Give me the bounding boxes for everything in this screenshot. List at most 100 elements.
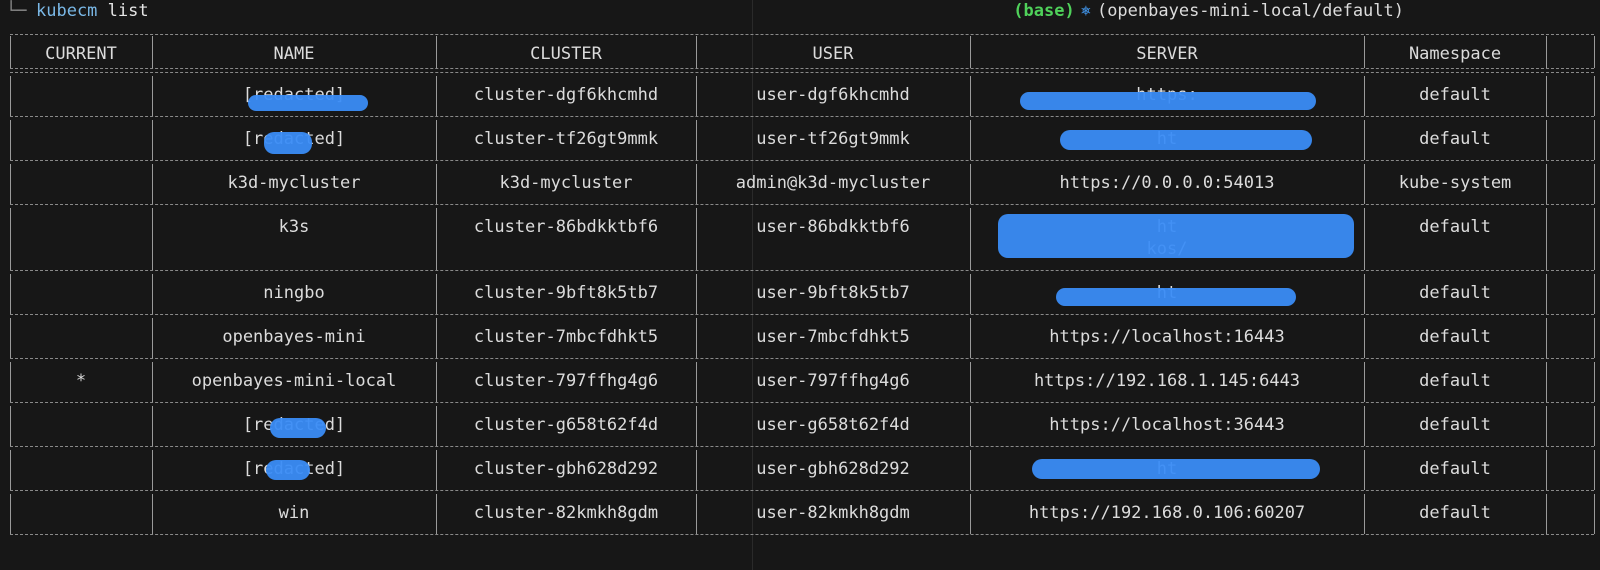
cell-cluster: k3d-mycluster	[499, 173, 633, 193]
cell-user: user-797ffhg4g6	[756, 371, 910, 391]
column-separator	[696, 274, 697, 314]
cell-user: admin@k3d-mycluster	[735, 173, 931, 193]
column-separator	[970, 450, 971, 490]
column-separator	[1364, 318, 1365, 358]
column-separator	[970, 76, 971, 116]
column-separator	[696, 120, 697, 160]
column-separator	[696, 406, 697, 446]
redaction-mark	[998, 214, 1354, 258]
cell-name: k3d-mycluster	[227, 173, 361, 193]
column-separator	[1364, 362, 1365, 402]
column-separator	[970, 362, 971, 402]
column-separator	[436, 494, 437, 534]
column-separator	[152, 76, 153, 116]
column-separator	[1546, 120, 1547, 160]
column-separator	[10, 164, 11, 204]
column-separator	[10, 76, 11, 116]
column-separator	[1546, 76, 1547, 116]
cell-user: user-82kmkh8gdm	[756, 503, 910, 523]
column-separator	[152, 36, 153, 68]
header-user: USER	[812, 44, 854, 64]
cell-user: user-dgf6khcmhd	[756, 85, 910, 105]
cell-current	[10, 172, 152, 194]
column-separator	[1546, 208, 1547, 270]
cell-namespace: default	[1419, 327, 1491, 347]
row-separator	[10, 116, 1594, 117]
redaction-mark	[1060, 130, 1312, 150]
column-separator	[10, 318, 11, 358]
row-separator	[10, 314, 1594, 315]
column-separator	[696, 450, 697, 490]
cell-name: win	[278, 503, 310, 523]
column-separator	[10, 274, 11, 314]
cell-namespace: default	[1419, 217, 1491, 237]
column-separator	[152, 120, 153, 160]
redaction-mark	[270, 418, 326, 438]
column-separator	[970, 494, 971, 534]
cell-namespace: kube-system	[1398, 173, 1512, 193]
table-top-border	[10, 34, 1594, 35]
column-separator	[696, 164, 697, 204]
column-separator	[1546, 318, 1547, 358]
cell-cluster: cluster-797ffhg4g6	[473, 371, 659, 391]
column-separator	[1546, 274, 1547, 314]
cell-current	[10, 326, 152, 348]
redaction-mark	[264, 132, 312, 154]
column-separator	[152, 274, 153, 314]
column-separator	[970, 318, 971, 358]
row-separator	[10, 534, 1594, 535]
row-separator	[10, 446, 1594, 447]
cell-current	[10, 458, 152, 480]
cell-namespace: default	[1419, 371, 1491, 391]
cell-name: ningbo	[263, 283, 325, 303]
column-separator	[1594, 120, 1595, 160]
redaction-mark	[248, 95, 368, 111]
cell-current	[10, 84, 152, 106]
column-separator	[1594, 36, 1595, 68]
column-separator	[696, 318, 697, 358]
cell-current	[10, 128, 152, 150]
row-separator	[10, 270, 1594, 271]
row-separator	[10, 402, 1594, 403]
column-separator	[1546, 164, 1547, 204]
tree-prefix: └─	[6, 1, 27, 21]
cell-cluster: cluster-dgf6khcmhd	[473, 85, 659, 105]
cell-namespace: default	[1419, 503, 1491, 523]
column-separator	[1594, 164, 1595, 204]
cell-user: user-86bdkktbf6	[756, 217, 910, 237]
cell-cluster: cluster-82kmkh8gdm	[473, 503, 659, 523]
cell-namespace: default	[1419, 85, 1491, 105]
cell-server: https://192.168.1.145:6443	[1033, 371, 1301, 391]
column-separator	[696, 76, 697, 116]
column-separator	[1594, 362, 1595, 402]
redaction-mark	[1032, 459, 1320, 479]
cell-cluster: cluster-7mbcfdhkt5	[473, 327, 659, 347]
column-separator	[436, 36, 437, 68]
cell-cluster: cluster-g658t62f4d	[473, 415, 659, 435]
column-separator	[1594, 450, 1595, 490]
column-separator	[152, 318, 153, 358]
command-argument: list	[107, 1, 149, 21]
command-line: kubecm list	[36, 0, 149, 22]
row-separator	[10, 160, 1594, 161]
kubernetes-icon: ⎈	[1080, 1, 1091, 21]
column-separator	[1364, 208, 1365, 270]
column-separator	[152, 494, 153, 534]
column-separator	[436, 362, 437, 402]
column-separator	[1364, 406, 1365, 446]
redaction-mark	[1056, 288, 1296, 306]
column-separator	[696, 36, 697, 68]
cell-current	[10, 216, 152, 238]
row-separator	[10, 358, 1594, 359]
cell-namespace: default	[1419, 415, 1491, 435]
column-separator	[1364, 494, 1365, 534]
cell-name: openbayes-mini	[222, 327, 366, 347]
row-separator	[10, 204, 1594, 205]
command-program: kubecm	[36, 1, 98, 21]
header-namespace: Namespace	[1408, 44, 1502, 64]
cell-cluster: cluster-86bdkktbf6	[473, 217, 659, 237]
header-server: SERVER	[1136, 44, 1198, 64]
column-separator	[436, 274, 437, 314]
column-separator	[10, 208, 11, 270]
column-separator	[152, 164, 153, 204]
